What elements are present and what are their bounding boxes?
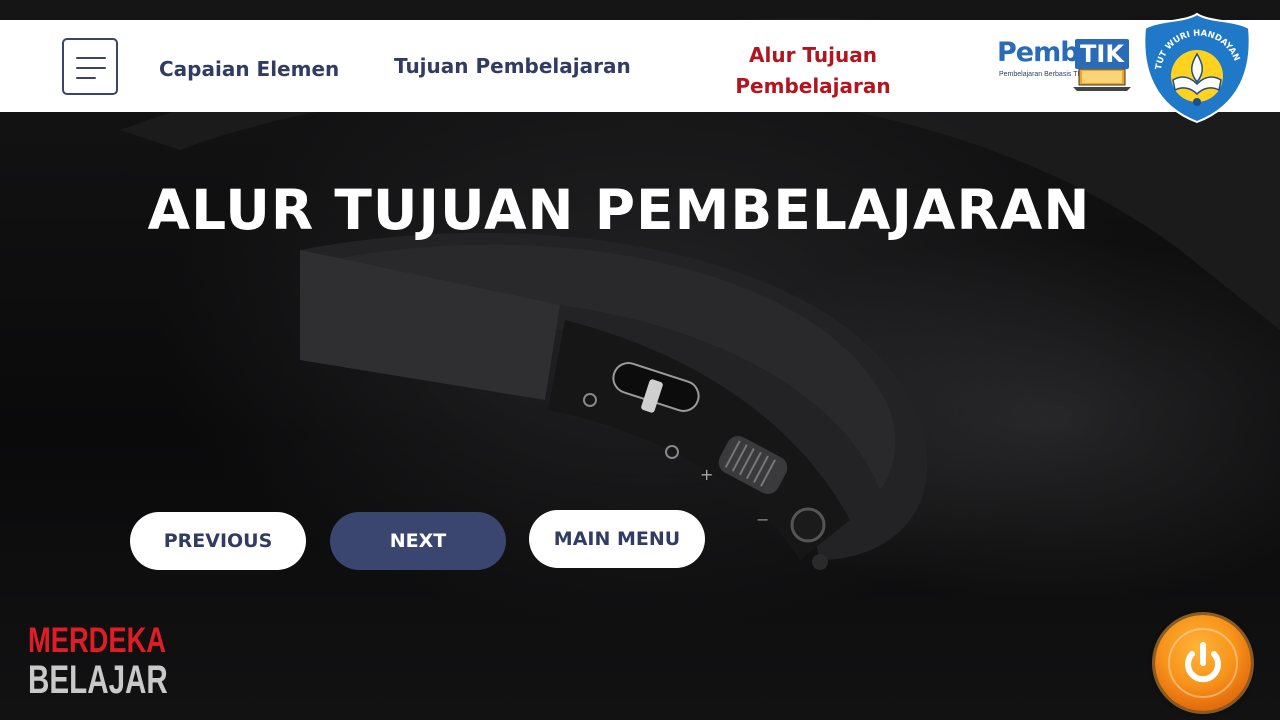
top-navigation-bar: Capaian Elemen Tujuan Pembelajaran Alur … [0, 20, 1280, 112]
page-title: ALUR TUJUAN PEMBELAJARAN [147, 178, 1091, 242]
merdeka-logo-text: MERDEKA [28, 621, 167, 660]
tut-wuri-handayani-emblem: TUT WURI HANDAYANI [1139, 10, 1251, 124]
belajar-logo-text: BELAJAR [28, 658, 168, 702]
svg-text:+: + [700, 465, 713, 484]
hamburger-line [76, 67, 106, 69]
main-menu-button[interactable]: MAIN MENU [529, 510, 705, 568]
laptop-icon [1073, 69, 1131, 91]
pembatik-tik-text: TIK [1075, 39, 1129, 69]
svg-text:−: − [756, 510, 769, 529]
previous-button[interactable]: PREVIOUS [130, 512, 306, 570]
next-button[interactable]: NEXT [330, 512, 506, 570]
hamburger-menu-icon [76, 57, 106, 59]
nav-link-capaian-elemen[interactable]: Capaian Elemen [159, 57, 339, 81]
nav-link-tujuan-pembelajaran[interactable]: Tujuan Pembelajaran [394, 54, 631, 78]
pembatik-logo: Pemba TIK Pembelajaran Berbasis TIK [997, 37, 1133, 93]
hamburger-line [76, 77, 96, 79]
merdeka-belajar-logo: MERDEKA BELAJAR [28, 622, 168, 702]
hamburger-menu-button[interactable] [62, 38, 118, 95]
power-button[interactable] [1155, 615, 1251, 711]
nav-link-alur-tujuan-pembelajaran[interactable]: Alur Tujuan Pembelajaran [716, 40, 910, 102]
power-icon [1168, 628, 1238, 698]
